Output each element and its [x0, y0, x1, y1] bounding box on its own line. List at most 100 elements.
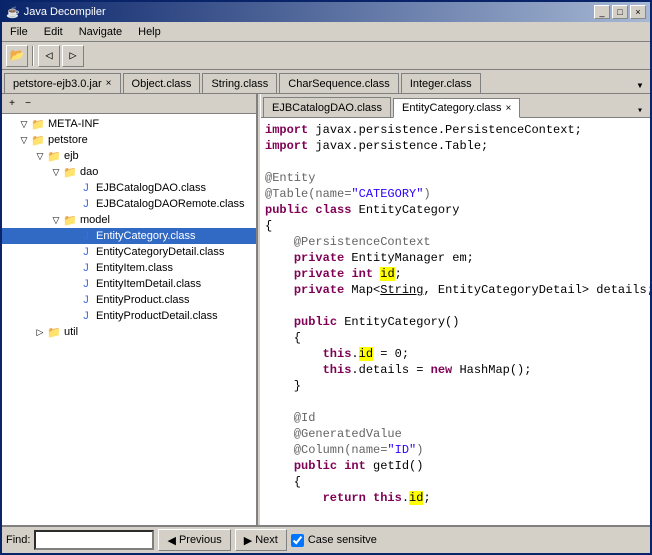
token-ann: @Id [265, 411, 315, 425]
token-plain: javax.persistence.PersistenceContext; [308, 123, 582, 137]
code-text: @PersistenceContext [265, 234, 431, 250]
tree-item-ejbcatalogdaoremote[interactable]: JEJBCatalogDAORemote.class [2, 196, 256, 212]
tree-item-meta-inf[interactable]: ▽📁META-INF [2, 116, 256, 132]
toolbar-btn-open[interactable]: 📂 [6, 45, 28, 67]
prev-button-label: Previous [179, 534, 222, 546]
tab-dropdown[interactable]: ▾ [632, 78, 648, 93]
tab-object[interactable]: Object.class [123, 73, 201, 93]
tree-spacer [66, 246, 78, 258]
code-line: public int getId() [261, 458, 650, 474]
tab-jar-close[interactable]: × [106, 78, 112, 89]
code-text: public class EntityCategory [265, 202, 459, 218]
code-text: @Column(name="ID") [265, 442, 423, 458]
tab-integer[interactable]: Integer.class [401, 73, 481, 93]
token-plain: EntityCategory [351, 203, 459, 217]
token-plain: . [402, 491, 409, 505]
code-tab-entitycategory[interactable]: EntityCategory.class × [393, 98, 520, 118]
tree-toggle-icon[interactable]: ▽ [50, 214, 62, 226]
tab-string[interactable]: String.class [202, 73, 277, 93]
tree-item-label: EntityProduct.class [94, 294, 190, 306]
tree-item-label: EntityItemDetail.class [94, 278, 201, 290]
menu-file[interactable]: File [2, 24, 36, 40]
tab-charseq[interactable]: CharSequence.class [279, 73, 399, 93]
token-plain: . [351, 347, 358, 361]
token-plain: getId() [366, 459, 424, 473]
tree-item-ejbcatalogdao[interactable]: JEJBCatalogDAO.class [2, 180, 256, 196]
toolbar-btn-forward[interactable]: ▷ [62, 45, 84, 67]
tree-item-label: EJBCatalogDAORemote.class [94, 198, 245, 210]
tree-item-ejb[interactable]: ▽📁ejb [2, 148, 256, 164]
token-plain [265, 363, 323, 377]
code-line: public class EntityCategory [261, 202, 650, 218]
token-plain: ; [395, 267, 402, 281]
tree-toggle-icon[interactable]: ▽ [50, 166, 62, 178]
tree-spacer [66, 278, 78, 290]
token-plain: Map< [344, 283, 380, 297]
tree-toggle-icon[interactable]: ▽ [18, 134, 30, 146]
code-line: import javax.persistence.Table; [261, 138, 650, 154]
tab-charseq-label: CharSequence.class [288, 78, 390, 90]
close-button[interactable]: × [630, 5, 646, 19]
case-sensitive-checkbox[interactable] [291, 534, 304, 547]
token-plain: EntityCategory() [337, 315, 459, 329]
token-plain: ; [423, 491, 430, 505]
token-ann: @Entity [265, 171, 315, 185]
tree-spacer [66, 198, 78, 210]
code-text: this.details = new HashMap(); [265, 362, 531, 378]
tree-toggle-icon[interactable]: ▽ [34, 150, 46, 162]
token-plain [265, 459, 294, 473]
code-line: @Column(name="ID") [261, 442, 650, 458]
code-content[interactable]: import javax.persistence.PersistenceCont… [261, 118, 650, 525]
tree-item-entityproductdetail[interactable]: JEntityProductDetail.class [2, 308, 256, 324]
tree-item-entitycategorydetail[interactable]: JEntityCategoryDetail.class [2, 244, 256, 260]
token-str: "CATEGORY" [351, 187, 423, 201]
token-plain: EntityManager em; [344, 251, 474, 265]
tree-item-entitycategory[interactable]: JEntityCategory.class [2, 228, 256, 244]
code-tab-ejbcatalogdao[interactable]: EJBCatalogDAO.class [263, 97, 391, 117]
tab-jar-label: petstore-ejb3.0.jar [13, 78, 102, 90]
menu-help[interactable]: Help [130, 24, 169, 40]
toolbar: 📂 ◁ ▷ [2, 42, 650, 70]
token-hl: id [359, 347, 373, 361]
code-text: @Id [265, 410, 315, 426]
token-hl: id [409, 491, 423, 505]
next-button[interactable]: ▶ Next [235, 529, 287, 551]
tab-jar[interactable]: petstore-ejb3.0.jar × [4, 73, 121, 93]
code-line [261, 298, 650, 314]
code-tab-entitycategory-close[interactable]: × [506, 103, 512, 114]
tree-item-petstore[interactable]: ▽📁petstore [2, 132, 256, 148]
tree-toggle-icon[interactable]: ▽ [18, 118, 30, 130]
maximize-button[interactable]: □ [612, 5, 628, 19]
tree-item-dao[interactable]: ▽📁dao [2, 164, 256, 180]
code-tab-entitycategory-label: EntityCategory.class [402, 102, 501, 114]
toolbar-btn-back[interactable]: ◁ [38, 45, 60, 67]
menu-navigate[interactable]: Navigate [71, 24, 130, 40]
tree-item-entityitemdetail[interactable]: JEntityItemDetail.class [2, 276, 256, 292]
code-tab-bar: EJBCatalogDAO.class EntityCategory.class… [261, 94, 650, 118]
tree-item-entityproduct[interactable]: JEntityProduct.class [2, 292, 256, 308]
code-text [265, 394, 272, 410]
minimize-button[interactable]: _ [594, 5, 610, 19]
code-text: @Entity [265, 170, 315, 186]
token-str: "ID" [387, 443, 416, 457]
tree-expand-btn[interactable]: + [4, 96, 20, 112]
tree-item-entityitem[interactable]: JEntityItem.class [2, 260, 256, 276]
tree-item-util[interactable]: ▷📁util [2, 324, 256, 340]
app-title: Java Decompiler [24, 6, 106, 18]
code-line: @PersistenceContext [261, 234, 650, 250]
tree-toggle-icon[interactable]: ▷ [34, 326, 46, 338]
code-text [265, 298, 272, 314]
token-kw: this [323, 363, 352, 377]
app-icon: ☕ [6, 6, 20, 19]
tree-item-label: EntityItem.class [94, 262, 173, 274]
tree-content: ▽📁META-INF▽📁petstore▽📁ejb▽📁daoJEJBCatalo… [2, 114, 256, 342]
code-tab-dropdown[interactable]: ▾ [632, 105, 648, 117]
menu-edit[interactable]: Edit [36, 24, 71, 40]
tree-collapse-btn[interactable]: − [20, 96, 36, 112]
tree-item-model[interactable]: ▽📁model [2, 212, 256, 228]
code-text: { [265, 218, 272, 234]
code-line: this.details = new HashMap(); [261, 362, 650, 378]
find-input[interactable] [34, 530, 154, 550]
tree-item-label: EJBCatalogDAO.class [94, 182, 206, 194]
prev-button[interactable]: ◀ Previous [158, 529, 230, 551]
